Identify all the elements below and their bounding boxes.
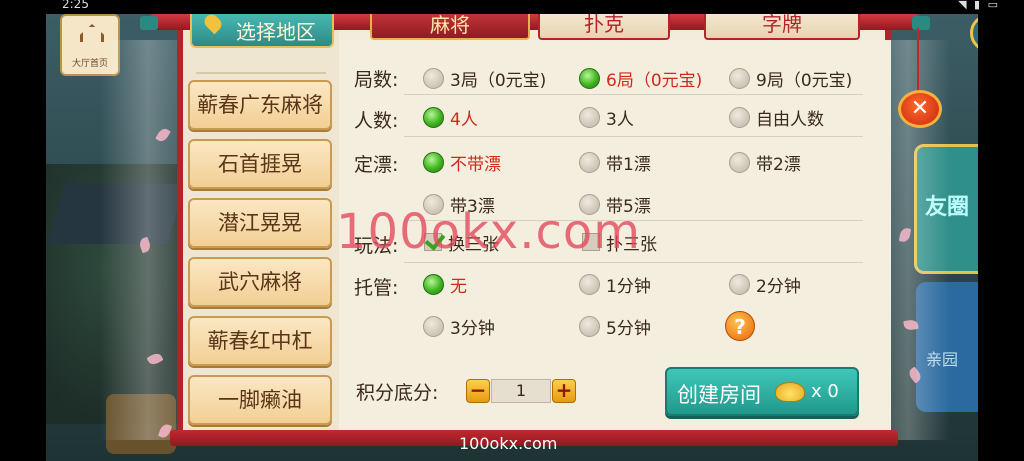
tab-poker-label: 扑克	[584, 12, 624, 36]
radio-button[interactable]	[423, 315, 444, 337]
hosting-option-2min[interactable]: 2分钟	[729, 272, 801, 297]
ingot-cost: x 0	[811, 381, 839, 402]
option-label: 不带漂	[450, 154, 501, 175]
rod-end-right	[912, 16, 930, 30]
base-score-value[interactable]: 1	[491, 379, 551, 403]
close-icon[interactable]: ✕	[898, 90, 942, 128]
tab-zipai-label: 字牌	[762, 12, 802, 36]
radio-button[interactable]	[579, 151, 600, 173]
score-increment-button[interactable]: +	[552, 379, 576, 403]
players-option-3[interactable]: 3人	[579, 105, 634, 130]
radio-button-selected[interactable]	[423, 151, 444, 173]
region-item[interactable]: 武穴麻将	[188, 257, 332, 307]
select-region-tab[interactable]: 选择地区	[190, 11, 334, 48]
piao-option-none[interactable]: 不带漂	[423, 150, 501, 175]
option-label: 6局（0元宝)	[606, 70, 703, 91]
hosting-option-3min[interactable]: 3分钟	[423, 314, 495, 339]
tab-mahjong-label: 麻将	[430, 13, 470, 37]
option-label: 1分钟	[606, 276, 651, 297]
base-score-label: 积分底分:	[356, 382, 439, 404]
tab-zipai[interactable]: 字牌	[704, 14, 860, 40]
players-option-free[interactable]: 自由人数	[729, 105, 824, 130]
radio-button-selected[interactable]	[423, 106, 444, 128]
region-item[interactable]: 潜江晃晃	[188, 198, 332, 248]
status-icons: ◥ ▮ ▭	[958, 0, 1000, 11]
radio-button-selected[interactable]	[579, 67, 600, 89]
region-item[interactable]: 蕲春广东麻将	[188, 80, 332, 130]
players-label: 人数:	[354, 110, 399, 132]
row-divider	[404, 136, 863, 137]
option-label: 带2漂	[756, 154, 801, 175]
row-divider	[404, 94, 863, 95]
gear-icon[interactable]	[970, 14, 978, 52]
close-hanger	[917, 28, 919, 92]
radio-button[interactable]	[423, 67, 444, 89]
radio-button[interactable]	[729, 273, 750, 295]
rounds-option-9[interactable]: 9局（0元宝)	[729, 66, 853, 91]
create-room-button[interactable]: 创建房间 x 0	[665, 367, 859, 416]
gold-ingot-icon	[775, 382, 805, 402]
status-time: 2:25	[62, 0, 89, 11]
rounds-option-6[interactable]: 6局（0元宝)	[579, 66, 703, 91]
region-item[interactable]: 石首捱晃	[188, 139, 332, 189]
option-label: 5分钟	[606, 318, 651, 339]
option-label: 无	[450, 276, 467, 297]
hosting-option-1min[interactable]: 1分钟	[579, 272, 651, 297]
rod-end-left	[140, 16, 158, 30]
rounds-option-3[interactable]: 3局（0元宝)	[423, 66, 547, 91]
status-bar: 2:25 ◥ ▮ ▭	[0, 0, 1024, 14]
radio-button[interactable]	[579, 106, 600, 128]
hosting-option-none[interactable]: 无	[423, 272, 467, 297]
hosting-label: 托管:	[354, 277, 399, 299]
rounds-label: 局数:	[354, 69, 399, 91]
piao-option-1[interactable]: 带1漂	[579, 150, 651, 175]
piao-option-2[interactable]: 带2漂	[729, 150, 801, 175]
location-pin-icon	[201, 11, 225, 35]
piao-label: 定漂:	[354, 154, 399, 176]
region-item[interactable]: 一脚癞油	[188, 375, 332, 425]
radio-button[interactable]	[729, 106, 750, 128]
radio-button[interactable]	[579, 315, 600, 337]
option-label: 3局（0元宝)	[450, 70, 547, 91]
radio-button[interactable]	[579, 273, 600, 295]
hosting-option-5min[interactable]: 5分钟	[579, 314, 651, 339]
sidebar-divider	[196, 60, 326, 74]
option-label: 3人	[606, 109, 634, 130]
players-option-4[interactable]: 4人	[423, 105, 478, 130]
radio-button[interactable]	[729, 151, 750, 173]
tab-mahjong[interactable]: 麻将	[370, 14, 530, 40]
option-label: 9局（0元宝)	[756, 70, 853, 91]
watermark: 100okx.com	[336, 204, 641, 260]
region-item[interactable]: 蕲春红中杠	[188, 316, 332, 366]
row-divider	[404, 262, 863, 263]
radio-button-selected[interactable]	[423, 273, 444, 295]
score-decrement-button[interactable]: −	[466, 379, 490, 403]
help-icon[interactable]: ?	[725, 311, 755, 341]
option-label: 2分钟	[756, 276, 801, 297]
option-label: 4人	[450, 109, 478, 130]
radio-button[interactable]	[729, 67, 750, 89]
create-room-label: 创建房间	[677, 383, 761, 407]
option-label: 带1漂	[606, 154, 651, 175]
option-label: 自由人数	[756, 109, 824, 130]
watermark-footer: 100okx.com	[459, 434, 558, 453]
select-region-label: 选择地区	[236, 20, 316, 44]
option-label: 3分钟	[450, 318, 495, 339]
tab-poker[interactable]: 扑克	[538, 14, 670, 40]
